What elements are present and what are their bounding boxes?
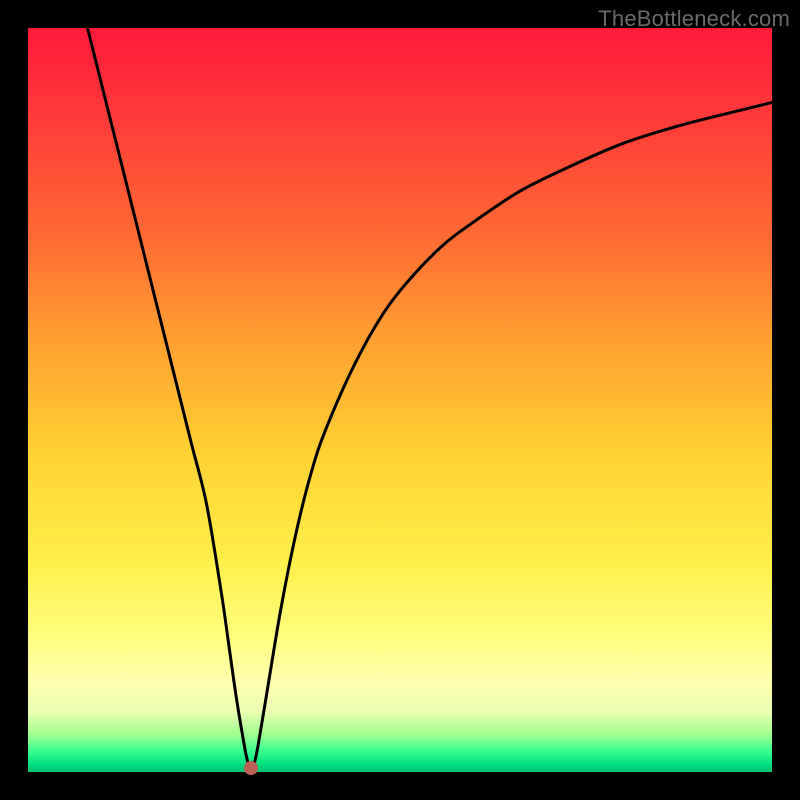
bottleneck-curve (28, 28, 772, 772)
min-point-dot (244, 761, 258, 775)
